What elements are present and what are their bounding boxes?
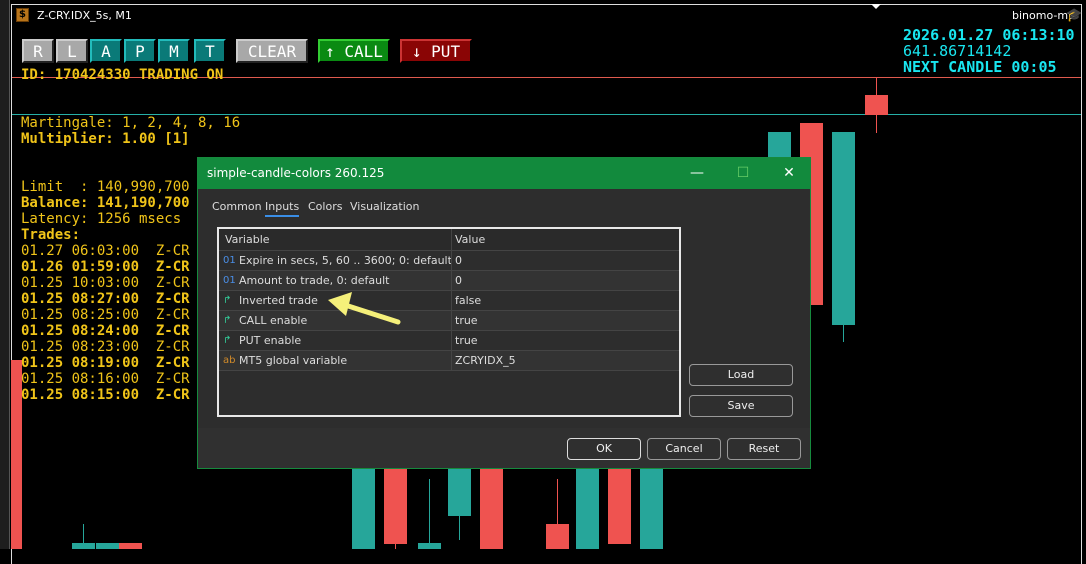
save-button[interactable]: Save [689, 395, 793, 417]
trade-row: 01.27 06:03:00 Z-CR [21, 243, 190, 259]
trade-row: 01.25 08:19:00 Z-CR [21, 355, 190, 371]
table-header: Variable Value [219, 229, 679, 251]
integer-icon: 01 [223, 275, 236, 286]
candle [96, 543, 119, 549]
candle [418, 543, 441, 549]
variable-value[interactable]: false [451, 291, 481, 311]
variable-name: Inverted trade [239, 294, 318, 307]
ok-button[interactable]: OK [567, 438, 641, 460]
trade-row: 01.25 08:27:00 Z-CR [21, 291, 190, 307]
reset-button[interactable]: Reset [727, 438, 801, 460]
candle [384, 469, 407, 544]
server-datetime: 2026.01.27 06:13:10 [903, 26, 1075, 44]
table-row[interactable]: ↱ PUT enable true [219, 331, 679, 351]
balance: Balance: 141,190,700 [21, 195, 190, 211]
tab-inputs[interactable]: Inputs [265, 200, 300, 217]
candle [480, 469, 503, 549]
candle [608, 469, 631, 544]
variable-name: CALL enable [239, 314, 308, 327]
candle [546, 524, 569, 549]
bool-icon: ↱ [223, 335, 232, 346]
dollar-icon: $ [16, 8, 29, 22]
table-row[interactable]: ↱ Inverted trade false [219, 291, 679, 311]
trade-row: 01.25 08:25:00 Z-CR [21, 307, 190, 323]
next-candle-timer: NEXT CANDLE 00:05 [903, 58, 1057, 76]
trade-row: 01.25 08:16:00 Z-CR [21, 371, 190, 387]
tab-visualization[interactable]: Visualization [350, 200, 419, 213]
variable-value[interactable]: true [451, 311, 478, 331]
variable-value[interactable]: 0 [451, 251, 462, 271]
candle [865, 95, 888, 115]
variable-name: PUT enable [239, 334, 302, 347]
indicator-properties-dialog: simple-candle-colors 260.125 — ☐ ✕ Commo… [197, 157, 811, 469]
candle [119, 543, 142, 549]
variable-value[interactable]: ZCRYIDX_5 [451, 351, 516, 371]
trades-label: Trades: [21, 227, 81, 243]
variable-value[interactable]: true [451, 331, 478, 351]
variable-name: Expire in secs, 5, 60 .. 3600; 0: defaul… [239, 254, 452, 267]
p-button[interactable]: P [124, 39, 156, 63]
graduation-cap-icon: 🎓 [1066, 8, 1083, 23]
candle [352, 469, 375, 549]
candle [72, 543, 95, 549]
table-row[interactable]: ab MT5 global variable ZCRYIDX_5 [219, 351, 679, 371]
load-button[interactable]: Load [689, 364, 793, 386]
chart-title: Z-CRY.IDX_5s, M1 [37, 9, 132, 22]
column-value: Value [451, 229, 485, 251]
trade-row: 01.26 01:59:00 Z-CR [21, 259, 190, 275]
table-row[interactable]: 01 Expire in secs, 5, 60 .. 3600; 0: defa… [219, 251, 679, 271]
variable-value[interactable]: 0 [451, 271, 462, 291]
close-button[interactable]: ✕ [766, 158, 812, 189]
latency: Latency: 1256 msecs [21, 211, 182, 227]
cancel-button[interactable]: Cancel [647, 438, 721, 460]
l-button[interactable]: L [56, 39, 88, 63]
trade-row: 01.25 10:03:00 Z-CR [21, 275, 190, 291]
id-status: ID: 170424330 TRADING ON [21, 67, 224, 83]
candle [832, 132, 855, 325]
table-row[interactable]: ↱ CALL enable true [219, 311, 679, 331]
minimize-button[interactable]: — [674, 158, 720, 189]
candle [448, 469, 471, 516]
r-button[interactable]: R [22, 39, 54, 63]
maximize-button[interactable]: ☐ [720, 158, 766, 189]
side-panel [0, 0, 10, 549]
t-button[interactable]: T [194, 39, 226, 63]
string-icon: ab [223, 355, 236, 366]
put-button[interactable]: ↓ PUT [400, 39, 472, 63]
integer-icon: 01 [223, 255, 236, 266]
martingale: Martingale: 1, 2, 4, 8, 16 [21, 115, 241, 131]
call-button[interactable]: ↑ CALL [318, 39, 390, 63]
tab-colors[interactable]: Colors [308, 200, 342, 213]
dialog-footer: OK Cancel Reset [198, 428, 810, 468]
bool-icon: ↱ [223, 295, 232, 306]
table-row[interactable]: 01 Amount to trade, 0: default 0 [219, 271, 679, 291]
shift-marker-icon[interactable] [871, 4, 881, 9]
trade-row: 01.25 08:24:00 Z-CR [21, 323, 190, 339]
yellow-arrow-annotation [328, 292, 401, 325]
variable-name: MT5 global variable [239, 354, 348, 367]
trade-row: 01.25 08:15:00 Z-CR [21, 387, 190, 403]
bool-icon: ↱ [223, 315, 232, 326]
inputs-table: Variable Value 01 Expire in secs, 5, 60 .… [217, 227, 681, 417]
current-price: 641.86714142 [903, 42, 1012, 60]
candle [576, 469, 599, 549]
candle [640, 469, 663, 549]
limit: Limit : 140,990,700 [21, 179, 190, 195]
tab-common[interactable]: Common [212, 200, 262, 213]
multiplier: Multiplier: 1.00 [1] [21, 131, 190, 147]
column-variable: Variable [225, 233, 270, 246]
a-button[interactable]: A [90, 39, 122, 63]
clear-button[interactable]: CLEAR [236, 39, 308, 63]
trade-row: 01.25 08:23:00 Z-CR [21, 339, 190, 355]
candle-wick [429, 479, 430, 549]
m-button[interactable]: M [158, 39, 190, 63]
variable-name: Amount to trade, 0: default [239, 274, 390, 287]
